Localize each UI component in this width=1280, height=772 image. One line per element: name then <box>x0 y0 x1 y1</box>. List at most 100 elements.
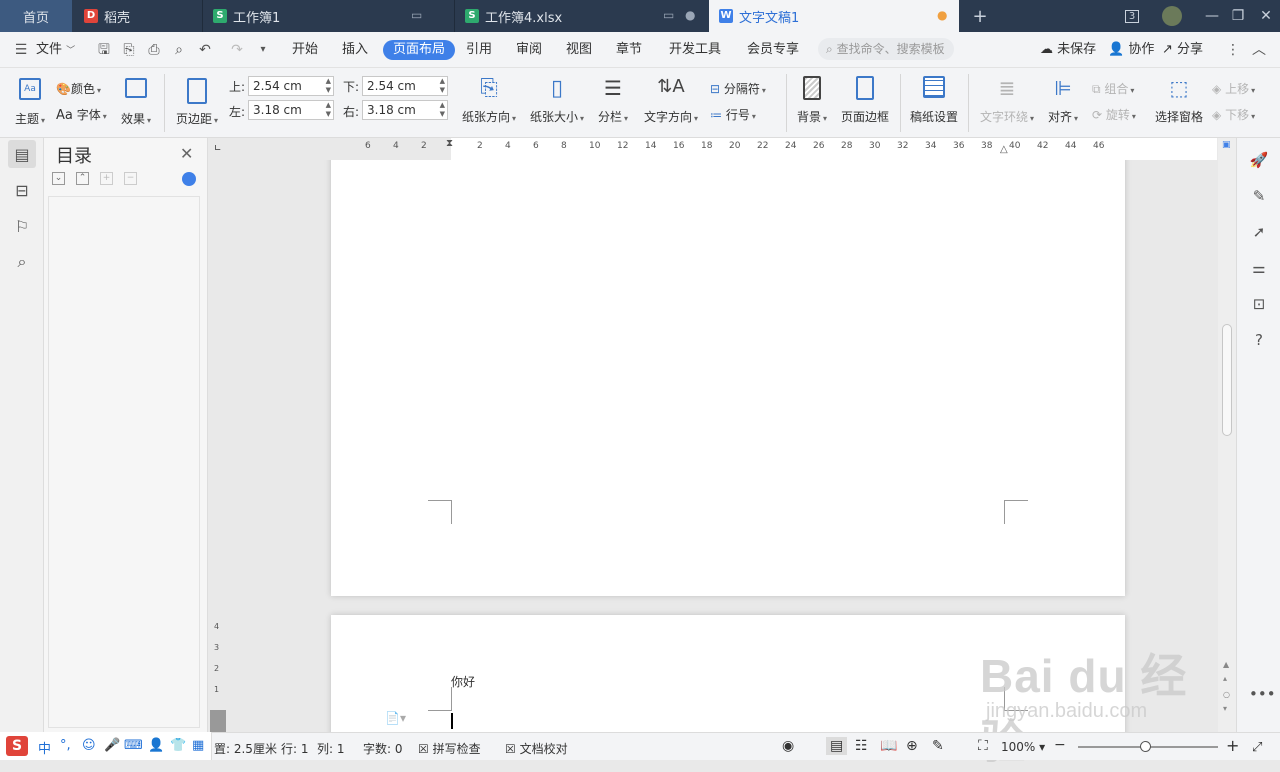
menu-references[interactable]: 引用 <box>466 40 492 60</box>
text-direction-button[interactable]: ⇅A 文字方向 <box>640 76 702 125</box>
toc-panel-icon[interactable]: ▤ <box>8 140 36 168</box>
ime-mode[interactable]: 中 <box>38 738 51 757</box>
margins-button[interactable]: 页边距 <box>174 78 220 127</box>
smart-toc-icon[interactable] <box>182 172 196 186</box>
tab-workbook1[interactable]: S 工作簿1 ▭ <box>203 0 453 32</box>
menu-view[interactable]: 视图 <box>566 40 592 60</box>
close-icon[interactable]: ✕ <box>1250 0 1280 32</box>
scroll-up-icon[interactable]: ▲ <box>1223 660 1229 669</box>
tab-workbook4[interactable]: S 工作簿4.xlsx ▭ ● <box>455 0 707 32</box>
left-margin-field[interactable]: 3.18 cm ▲ ▼ <box>248 100 334 120</box>
vertical-scrollbar[interactable]: ▣ ▲ ▴ ○ ▾ <box>1218 138 1236 732</box>
menu-page-layout[interactable]: 页面布局 <box>383 40 456 60</box>
eye-protection-icon[interactable]: ◉ <box>782 738 794 754</box>
bookmark-icon[interactable]: ⚐ <box>8 212 36 240</box>
prev-page-icon[interactable]: ▴ <box>1223 674 1227 683</box>
sogou-logo-icon[interactable]: S <box>6 736 28 756</box>
add-level-icon[interactable]: + <box>100 172 113 185</box>
more-icon[interactable]: ••• <box>1249 684 1276 704</box>
tab-docer[interactable]: D 稻壳 <box>74 0 202 32</box>
background-button[interactable]: 背景 <box>792 76 832 125</box>
rocket-icon[interactable]: 🚀 <box>1249 150 1269 170</box>
zoom-in-icon[interactable]: + <box>1226 736 1239 755</box>
align-button[interactable]: ⊫ 对齐 <box>1044 76 1082 125</box>
effects-button[interactable]: 效果 <box>118 78 154 127</box>
ime-punctuation[interactable]: °, <box>60 738 71 753</box>
inbox-icon[interactable]: ⊡ <box>1249 294 1269 314</box>
menu-member[interactable]: 会员专享 <box>747 40 799 60</box>
right-margin-field[interactable]: 3.18 cm ▲ ▼ <box>362 100 448 120</box>
save-icon[interactable]: 🖫 <box>95 41 113 59</box>
menu-developer[interactable]: 开发工具 <box>669 40 721 60</box>
zoom-out-icon[interactable]: − <box>1054 737 1066 753</box>
skin-icon[interactable]: 👕 <box>170 738 186 753</box>
avatar[interactable] <box>1156 0 1188 32</box>
share-button[interactable]: ↗ 分享 <box>1162 40 1203 60</box>
fit-page-icon[interactable]: ⛶ <box>978 738 988 754</box>
horizontal-ruler[interactable]: ∟ 6 4 2 2 4 6 8 10 12 14 16 18 20 22 24 26 28 30 32 34 36 38 4… <box>208 138 1218 160</box>
sliders-icon[interactable]: ⚌ <box>1249 258 1269 278</box>
page-view-icon[interactable]: ▤ <box>826 737 848 755</box>
help-icon[interactable]: ? <box>1249 330 1269 350</box>
file-menu[interactable]: 文件 ﹀ <box>36 40 75 60</box>
fullscreen-icon[interactable]: ⤢ <box>1252 740 1262 755</box>
breaks-button[interactable]: ⊟ 分隔符 <box>710 80 766 97</box>
expand-icon[interactable]: ⌄ <box>52 172 65 185</box>
menu-home[interactable]: 开始 <box>292 40 318 60</box>
customize-icon[interactable]: ▾ <box>254 41 272 59</box>
manuscript-button[interactable]: 稿纸设置 <box>906 76 962 125</box>
menu-review[interactable]: 审阅 <box>516 40 542 60</box>
bottom-margin-field[interactable]: 2.54 cm ▲ ▼ <box>362 76 448 96</box>
document-text[interactable]: 你好 <box>451 673 475 690</box>
top-margin-field[interactable]: 2.54 cm ▲ ▼ <box>248 76 334 96</box>
scrollbar-thumb[interactable] <box>1222 324 1232 436</box>
tab-writer-doc[interactable]: W 文字文稿1 ● <box>709 0 959 32</box>
indent-marker-icon[interactable]: ⧗ <box>446 138 453 149</box>
orientation-button[interactable]: ⎘ 纸张方向 <box>458 76 520 125</box>
paste-options-icon[interactable]: 📄▾ <box>385 711 406 725</box>
command-search[interactable]: ⌕ 查找命令、搜索模板 <box>818 38 954 60</box>
collapse-ribbon-icon[interactable]: ︿ <box>1250 41 1268 59</box>
wrap-text-button[interactable]: ≣ 文字环绕 <box>976 76 1038 125</box>
unsaved-status[interactable]: ☁ 未保存 <box>1040 40 1096 60</box>
fonts-button[interactable]: Aa 字体 <box>56 106 107 123</box>
right-indent-marker-icon[interactable]: △ <box>1000 144 1008 155</box>
tab-home[interactable]: 首页 <box>0 0 72 32</box>
spell-check-button[interactable]: ☒ 拼写检查 <box>418 740 481 757</box>
spinner-icon[interactable]: ▲ ▼ <box>326 77 331 95</box>
paper-size-button[interactable]: ▯ 纸张大小 <box>526 76 588 125</box>
line-numbers-button[interactable]: ≔ 行号 <box>710 106 756 123</box>
tab-stop-icon[interactable]: ∟ <box>214 144 222 154</box>
new-tab-button[interactable]: + <box>964 0 996 32</box>
menu-chapter[interactable]: 章节 <box>616 40 642 60</box>
zoom-level[interactable]: 100% ▾ <box>1001 740 1045 754</box>
keyboard-icon[interactable]: ⌨ <box>124 738 143 753</box>
word-count[interactable]: 字数: 0 <box>363 740 403 757</box>
page-border-button[interactable]: 页面边框 <box>838 76 892 125</box>
next-page-icon[interactable]: ▾ <box>1223 704 1227 713</box>
zoom-slider[interactable] <box>1078 741 1218 752</box>
pen-icon[interactable]: ✎ <box>1249 186 1269 206</box>
remove-level-icon[interactable]: − <box>124 172 137 185</box>
rotate-button[interactable]: ⟳ 旋转 <box>1092 106 1136 123</box>
vertical-ruler[interactable]: 4 3 2 1 <box>208 160 228 732</box>
dot-icon[interactable]: ● <box>685 8 695 22</box>
web-view-icon[interactable]: ⊕ <box>906 738 918 754</box>
select-browse-icon[interactable]: ○ <box>1223 690 1230 699</box>
zoom-slider-knob[interactable] <box>1140 741 1151 752</box>
send-backward-button[interactable]: ◈ 下移 <box>1212 106 1255 123</box>
collapse-icon[interactable]: ⌃ <box>76 172 89 185</box>
menu-insert[interactable]: 插入 <box>342 40 368 60</box>
undo-icon[interactable]: ↶ <box>196 41 214 59</box>
colors-button[interactable]: 🎨颜色 <box>56 80 101 97</box>
spinner-icon[interactable]: ▲ ▼ <box>326 101 331 119</box>
monitor-icon[interactable]: ▭ <box>663 8 674 22</box>
print-icon[interactable]: ⎙ <box>145 41 163 59</box>
microphone-icon[interactable]: 🎤 <box>104 738 120 753</box>
group-button[interactable]: ⧉ 组合 <box>1092 80 1134 97</box>
spinner-icon[interactable]: ▲ ▼ <box>440 77 445 95</box>
columns-button[interactable]: ☰ 分栏 <box>594 76 632 125</box>
user-icon[interactable]: 👤 <box>148 738 164 753</box>
theme-button[interactable]: Aa 主题 <box>12 78 48 127</box>
page-1[interactable] <box>331 160 1125 596</box>
